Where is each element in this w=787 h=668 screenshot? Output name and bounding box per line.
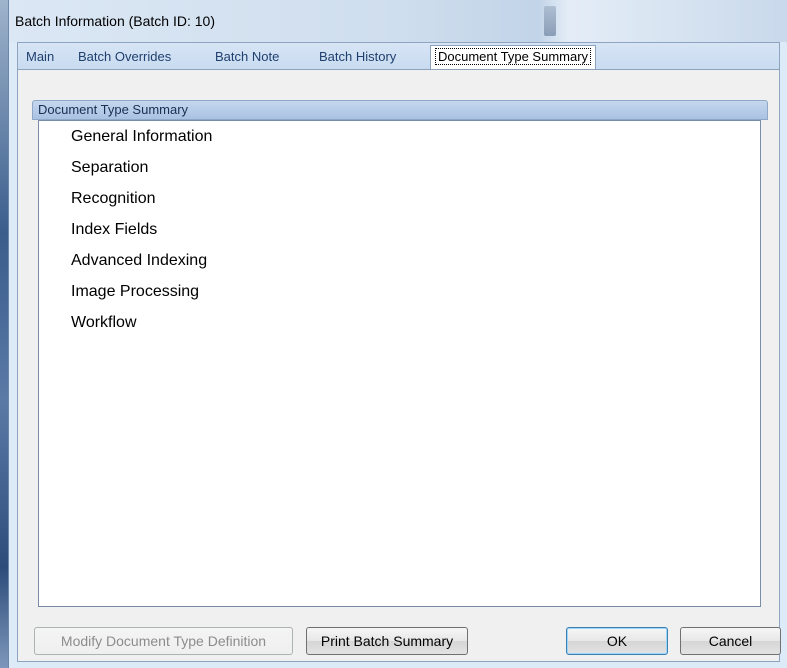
- titlebar-glass-highlight: [544, 6, 556, 36]
- summary-list-box[interactable]: General Information Separation Recogniti…: [38, 120, 761, 607]
- tab-batch-history[interactable]: Batch History: [319, 49, 396, 64]
- tab-document-type-summary-label: Document Type Summary: [435, 48, 592, 65]
- list-item-separation[interactable]: Separation: [71, 159, 148, 177]
- list-item-index-fields[interactable]: Index Fields: [71, 221, 157, 239]
- tab-batch-overrides[interactable]: Batch Overrides: [78, 49, 171, 64]
- background-window: [0, 0, 8, 668]
- list-item-workflow[interactable]: Workflow: [71, 314, 137, 332]
- tab-batch-note[interactable]: Batch Note: [215, 49, 279, 64]
- tab-strip: Main Batch Overrides Batch Note Batch Hi…: [18, 43, 779, 70]
- batch-information-dialog: Batch Information (Batch ID: 10) Main Ba…: [8, 0, 787, 668]
- tab-document-type-summary[interactable]: Document Type Summary: [430, 45, 597, 69]
- tab-main[interactable]: Main: [26, 49, 54, 64]
- document-type-summary-panel: Document Type Summary General Informatio…: [32, 100, 768, 649]
- modify-document-type-definition-button[interactable]: Modify Document Type Definition: [34, 627, 293, 655]
- panel-header: Document Type Summary: [32, 100, 768, 120]
- title-bar[interactable]: Batch Information (Batch ID: 10): [9, 0, 787, 42]
- print-batch-summary-button[interactable]: Print Batch Summary: [306, 627, 468, 655]
- list-item-recognition[interactable]: Recognition: [71, 190, 156, 208]
- ok-button[interactable]: OK: [566, 627, 668, 655]
- list-item-general-information[interactable]: General Information: [71, 128, 212, 146]
- list-item-advanced-indexing[interactable]: Advanced Indexing: [71, 252, 207, 270]
- cancel-button[interactable]: Cancel: [680, 627, 781, 655]
- window-title: Batch Information (Batch ID: 10): [15, 13, 215, 29]
- list-item-image-processing[interactable]: Image Processing: [71, 283, 199, 301]
